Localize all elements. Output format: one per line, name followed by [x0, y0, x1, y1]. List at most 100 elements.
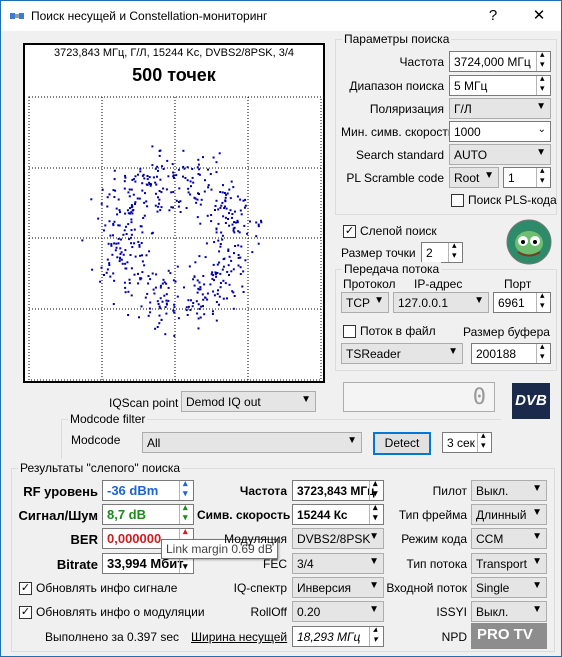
constellation-point [173, 303, 176, 306]
ip-select[interactable]: 127.0.0.1 ▼ [393, 292, 489, 313]
stream-type-select[interactable]: Transport ▼ [471, 553, 547, 574]
constellation-point [237, 244, 240, 247]
constellation-point [190, 299, 192, 302]
constellation-point [203, 190, 206, 193]
constellation-point [127, 212, 130, 215]
update-mod-checkbox[interactable]: ✓ [19, 606, 32, 619]
constellation-point [185, 207, 188, 209]
timeout-spinner[interactable] [477, 433, 491, 452]
range-input[interactable]: 5 МГц [449, 75, 551, 96]
input-stream-select[interactable]: Single ▼ [471, 577, 547, 598]
issyi-select[interactable]: Выкл. ▼ [471, 601, 547, 622]
constellation-point [222, 215, 225, 218]
to-file-checkbox[interactable] [343, 325, 356, 338]
search-standard-select[interactable]: AUTO ▼ [449, 144, 551, 165]
constellation-point [198, 288, 201, 291]
range-spinner[interactable] [536, 76, 550, 95]
constellation-point [219, 245, 222, 248]
constellation-point [195, 201, 198, 204]
constellation-point [167, 269, 170, 272]
frequency-input[interactable]: 3724,000 МГц [449, 51, 551, 72]
modulation-select[interactable]: DVBS2/8PSK ▼ [292, 528, 384, 549]
constellation-point [185, 309, 188, 312]
constellation-point [159, 284, 162, 287]
buffer-spinner[interactable] [536, 344, 550, 363]
constellation-point [172, 309, 175, 312]
reader-select[interactable]: TSReader ▼ [341, 343, 463, 364]
constellation-point [119, 247, 122, 250]
constellation-point [197, 163, 200, 166]
constellation-point [165, 302, 168, 305]
constellation-point [147, 275, 150, 277]
pl-scramble-spinner[interactable] [536, 168, 550, 187]
constellation-point [112, 224, 115, 227]
pl-scramble-input[interactable]: 1 [503, 167, 551, 188]
constellation-point [196, 291, 199, 294]
coding-select[interactable]: CCM ▼ [471, 528, 547, 549]
constellation-point [113, 178, 116, 181]
protocol-select[interactable]: TCP ▼ [341, 292, 389, 313]
chevron-down-icon: ▼ [536, 147, 546, 158]
constellation-point [232, 307, 235, 310]
constellation-point [206, 214, 209, 217]
timeout-input[interactable]: 3 сек [442, 432, 492, 453]
constellation-point [141, 260, 144, 263]
constellation-point [210, 214, 213, 216]
port-spinner[interactable] [536, 293, 550, 312]
blind-search-checkbox[interactable]: ✓ [343, 225, 356, 238]
constellation-point [240, 245, 243, 248]
constellation-point [177, 168, 180, 171]
constellation-point [182, 165, 185, 168]
rolloff-select[interactable]: 0.20 ▼ [292, 601, 384, 622]
constellation-point [167, 299, 170, 302]
pilot-select[interactable]: Выкл. ▼ [471, 480, 547, 501]
help-button[interactable]: ? [471, 1, 515, 31]
pl-scramble-mode-select[interactable]: Root ▼ [449, 167, 499, 188]
constellation-point [129, 254, 132, 256]
iq-spectrum-select[interactable]: Инверсия ▼ [292, 577, 384, 598]
constellation-point [193, 275, 196, 278]
buffer-input[interactable]: 200188 [471, 343, 551, 364]
constellation-point [128, 282, 131, 285]
constellation-point [172, 174, 175, 177]
constellation-point [149, 184, 152, 187]
constellation-point [213, 241, 216, 244]
fec-select[interactable]: 3/4 ▼ [292, 553, 384, 574]
constellation-point [122, 233, 125, 236]
constellation-point [147, 314, 150, 317]
constellation-point [146, 175, 149, 177]
constellation-point [164, 306, 167, 309]
constellation-point [134, 201, 137, 204]
frame-select[interactable]: Длинный ▼ [471, 504, 547, 525]
constellation-point [232, 186, 235, 189]
constellation-point [152, 176, 155, 179]
constellation-point [160, 206, 163, 209]
point-size-input[interactable]: 2 [421, 242, 463, 263]
close-button[interactable]: ✕ [517, 1, 561, 31]
constellation-point [186, 314, 189, 316]
point-size-spinner[interactable] [448, 243, 462, 262]
frequency-spinner[interactable] [536, 52, 550, 71]
protocol-label: Протокол [343, 277, 396, 291]
constellation-plot [28, 96, 322, 381]
update-signal-checkbox[interactable]: ✓ [19, 582, 32, 595]
iqscan-select[interactable]: Demod IQ out ▼ [181, 391, 316, 412]
bandwidth-label[interactable]: Ширина несущей [191, 630, 287, 644]
pls-search-checkbox[interactable] [451, 194, 464, 207]
port-input[interactable]: 6961 [493, 292, 551, 313]
detect-button[interactable]: Detect [373, 432, 431, 455]
modcode-select[interactable]: All ▼ [142, 432, 362, 453]
constellation-point [239, 273, 242, 275]
constellation-point [212, 263, 215, 266]
min-sr-select[interactable]: 1000 ⌄ [449, 121, 551, 142]
constellation-point [242, 270, 245, 273]
chevron-down-icon: ▼ [532, 580, 542, 591]
bandwidth-value: 18,293 МГц [292, 626, 384, 647]
chevron-down-icon: ▼ [532, 483, 542, 494]
constellation-point [106, 196, 109, 199]
constellation-point [167, 175, 170, 178]
constellation-point [117, 242, 120, 245]
constellation-point [124, 262, 127, 265]
constellation-point [184, 177, 187, 179]
polarization-select[interactable]: Г/Л ▼ [449, 98, 551, 119]
